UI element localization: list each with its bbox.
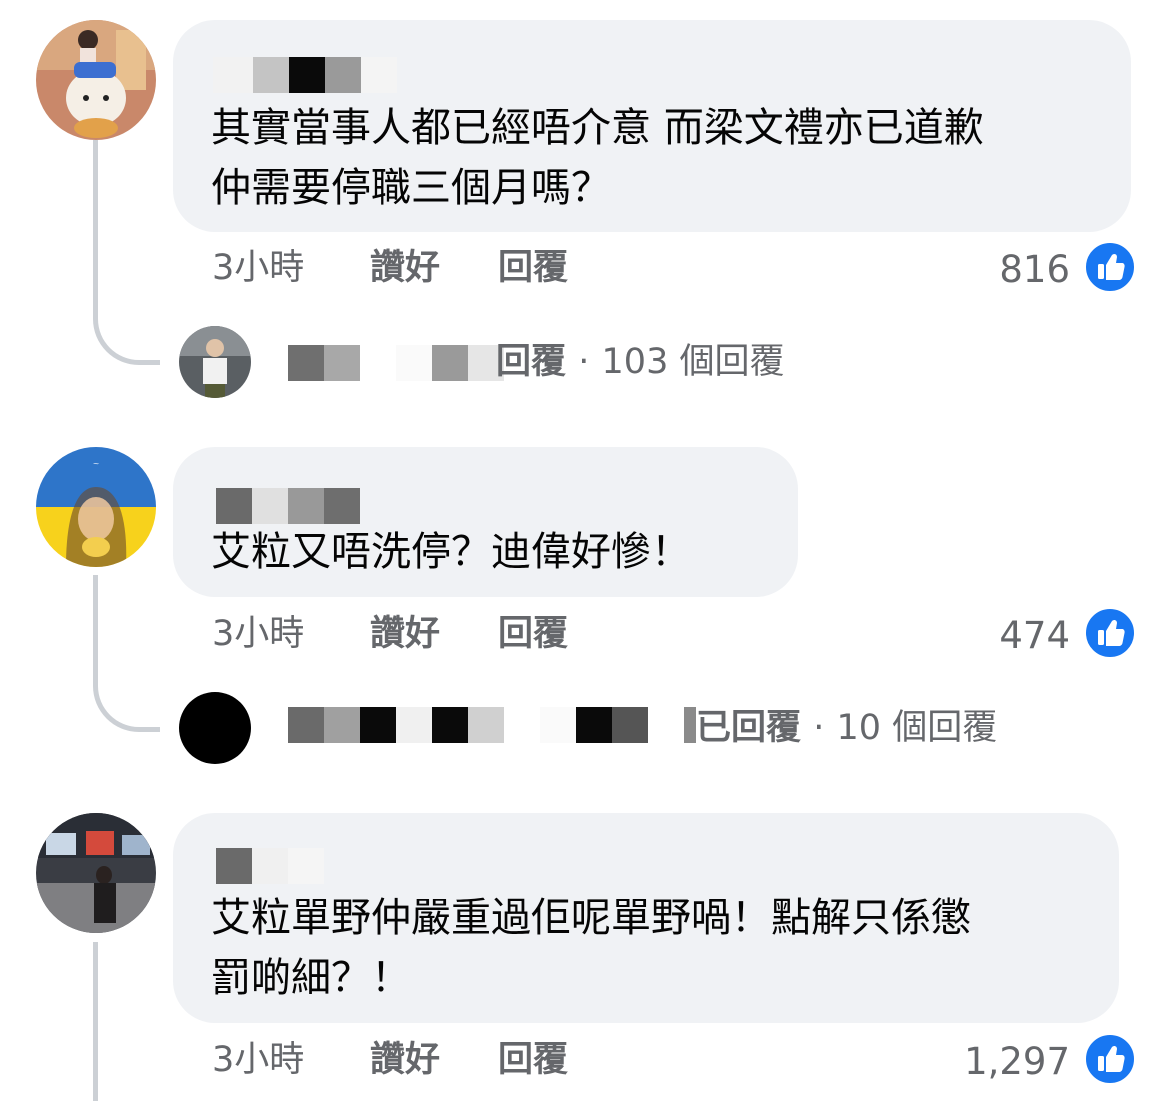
like-count[interactable]: 816 [910,248,1070,292]
like-count[interactable]: 1,297 [910,1040,1070,1084]
reply-author-redacted[interactable] [288,707,696,743]
author-name-redacted[interactable] [216,848,324,884]
comment-timestamp[interactable]: 3小時 [212,612,304,656]
view-replies-link[interactable]: 已回覆 · 10 個回覆 [696,706,997,750]
author-name-redacted[interactable] [213,57,397,93]
reply-button[interactable]: 回覆 [498,246,568,290]
reply-thread-connector [93,942,98,1101]
reply-thread-connector [93,575,160,732]
like-button[interactable]: 讚好 [370,1038,440,1082]
like-button[interactable]: 讚好 [370,246,440,290]
avatar[interactable]: ~ [36,447,156,567]
reply-thread-connector [93,140,160,365]
avatar[interactable] [36,20,156,140]
thumbs-up-icon [1083,1032,1137,1086]
comment-text: 其實當事人都已經唔介意 而梁文禮亦已道歉 [211,105,984,151]
comment-text: 仲需要停職三個月嗎？ [211,165,611,211]
comment-timestamp[interactable]: 3小時 [212,1038,304,1082]
like-button[interactable]: 讚好 [370,612,440,656]
thumbs-up-icon [1083,240,1137,294]
like-count[interactable]: 474 [910,614,1070,658]
comment-text: 艾粒單野仲嚴重過佢呢單野喎！點解只係懲 [211,895,971,941]
comment-text: 罰啲細？！ [211,955,411,1001]
comment-text: 艾粒又唔洗停？迪偉好慘！ [211,529,691,575]
thumbs-up-icon [1083,606,1137,660]
svg-text:~: ~ [93,459,99,470]
reply-author-redacted[interactable] [252,345,504,381]
reply-button[interactable]: 回覆 [498,1038,568,1082]
view-replies-link[interactable]: 回覆 · 103 個回覆 [496,340,784,384]
avatar[interactable] [179,326,251,398]
comment-timestamp[interactable]: 3小時 [212,246,304,290]
reply-button[interactable]: 回覆 [498,612,568,656]
author-name-redacted[interactable] [216,488,360,524]
avatar[interactable] [36,813,156,933]
avatar[interactable] [179,692,251,764]
